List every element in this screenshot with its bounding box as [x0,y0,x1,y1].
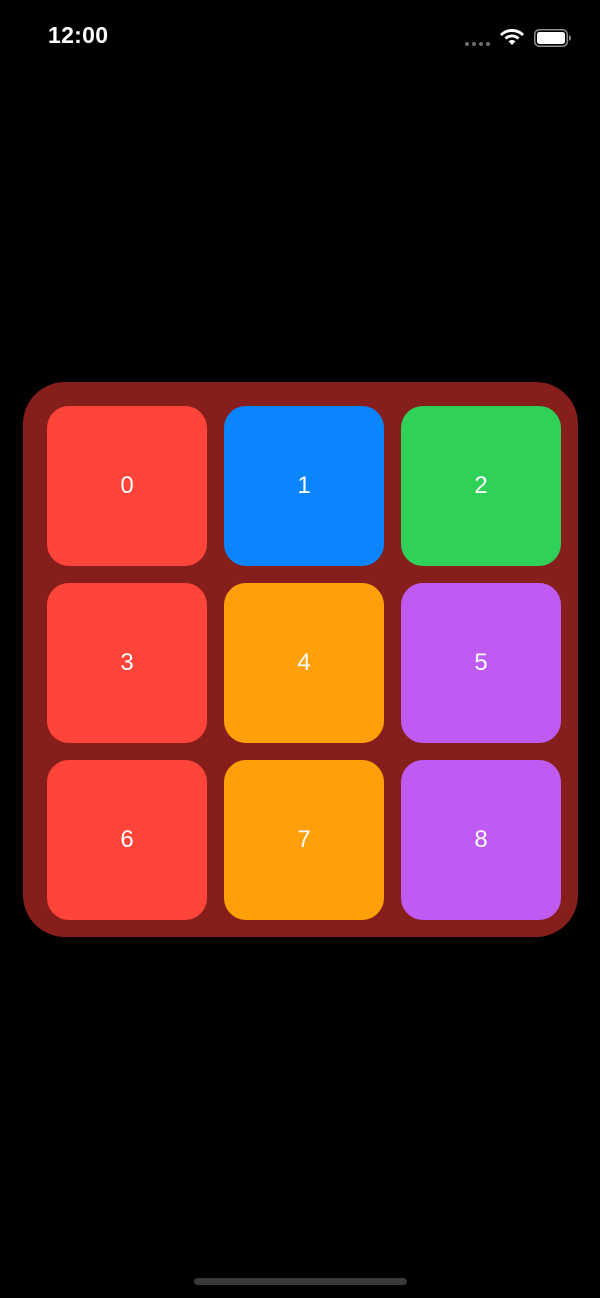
status-time: 12:00 [48,22,109,48]
tile-label: 1 [297,472,311,499]
tile-1[interactable]: 1 [224,406,384,566]
tile-label: 2 [474,472,488,499]
tile-2[interactable]: 2 [401,406,561,566]
tile-grid-board: 0 1 2 3 4 5 6 7 8 [23,382,578,937]
tile-5[interactable]: 5 [401,583,561,743]
tile-label: 5 [474,649,488,676]
tile-label: 4 [297,649,311,676]
tile-label: 8 [474,826,488,853]
status-bar: 12:00 [0,0,600,80]
home-indicator[interactable] [194,1278,407,1285]
tile-0[interactable]: 0 [47,406,207,566]
tile-3[interactable]: 3 [47,583,207,743]
tile-label: 6 [120,826,134,853]
tile-7[interactable]: 7 [224,760,384,920]
tile-6[interactable]: 6 [47,760,207,920]
battery-icon [534,29,571,47]
signal-dots-icon [465,42,493,47]
tile-label: 7 [297,826,311,853]
tile-4[interactable]: 4 [224,583,384,743]
tile-label: 3 [120,649,134,676]
tile-8[interactable]: 8 [401,760,561,920]
tile-label: 0 [120,472,134,499]
wifi-icon [500,29,524,45]
